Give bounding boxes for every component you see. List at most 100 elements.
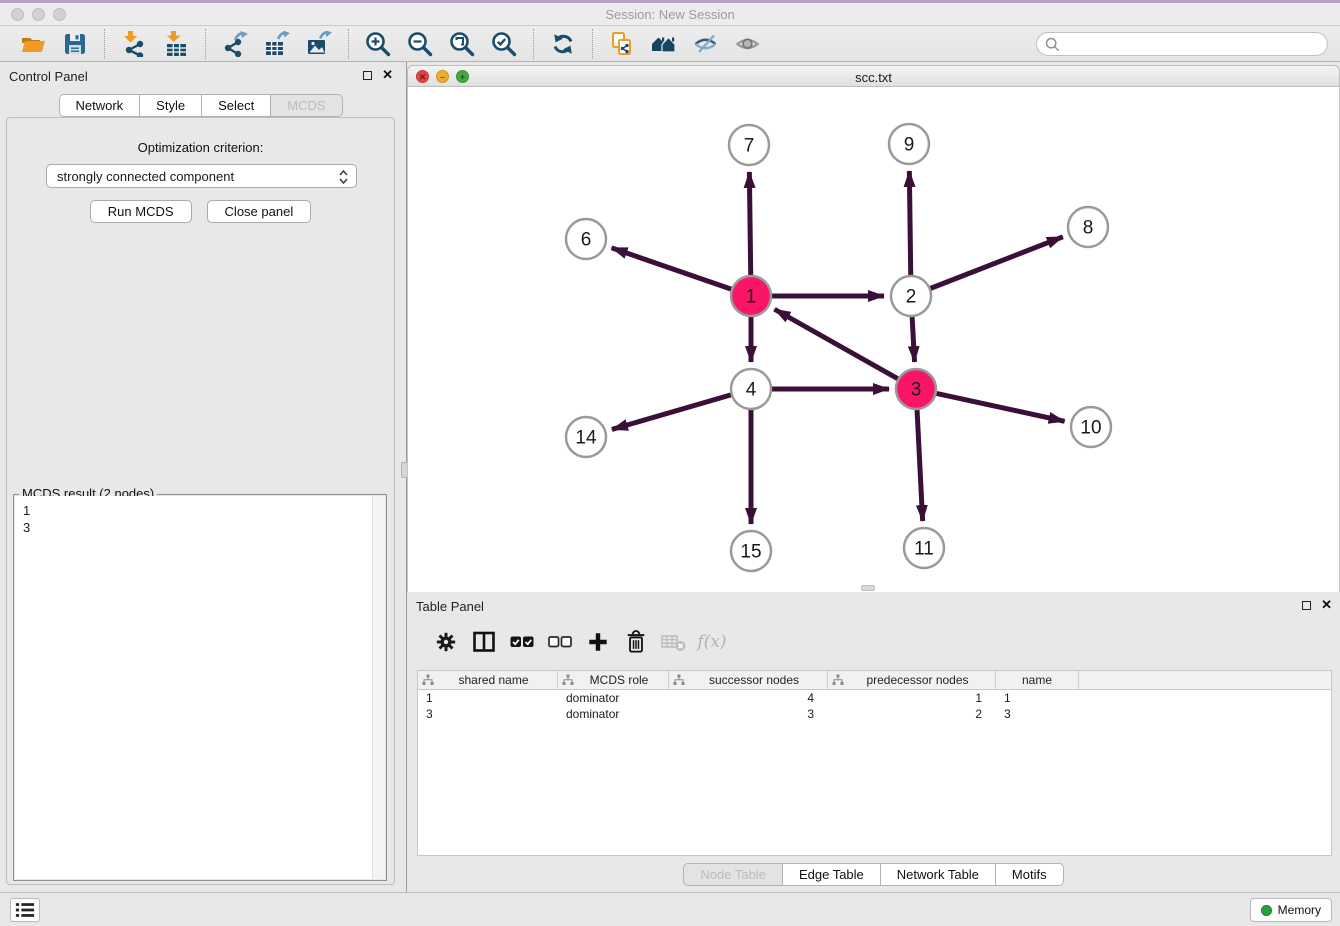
table-panel: Table Panel ✕ (407, 592, 1340, 892)
show-graphics-details-button[interactable] (733, 29, 763, 59)
plus-icon (587, 631, 609, 653)
export-table-button[interactable] (262, 29, 292, 59)
run-mcds-button[interactable]: Run MCDS (90, 200, 192, 223)
checked-boxes-icon (510, 635, 534, 649)
delete-column-button[interactable] (617, 627, 655, 657)
mcds-result-group: MCDS result (2 nodes) 13 (13, 494, 387, 881)
toggle-selection-mode-button[interactable] (691, 29, 721, 59)
table-row[interactable]: 3dominator323 (418, 706, 1331, 722)
search-icon (1045, 37, 1060, 52)
tab-network-table[interactable]: Network Table (880, 863, 996, 886)
table-settings-button[interactable] (427, 627, 465, 657)
select-all-columns-button[interactable] (503, 627, 541, 657)
column-header-mcds-role[interactable]: MCDS role (558, 671, 669, 689)
graph-node-label-8: 8 (1083, 218, 1094, 239)
toolbar-separator (533, 29, 534, 59)
zoom-in-icon (365, 31, 391, 57)
window-title: Session: New Session (0, 7, 1340, 22)
node-table[interactable]: shared name MCDS role (417, 670, 1332, 856)
graph-edge-3-10[interactable] (937, 393, 1065, 421)
hierarchy-icon (673, 674, 685, 686)
zoom-fit-icon (449, 31, 475, 57)
table-cell[interactable]: 3 (996, 707, 1079, 721)
tab-mcds[interactable]: MCDS (270, 94, 342, 117)
graph-edge-3-1[interactable] (775, 309, 898, 378)
network-canvas[interactable]: 1234678910111415 (407, 87, 1340, 592)
table-cell[interactable]: 1 (418, 691, 558, 705)
column-header-successor-nodes[interactable]: successor nodes (669, 671, 828, 689)
horizontal-splitter-handle[interactable] (861, 585, 875, 591)
graph-edge-1-7[interactable] (749, 172, 750, 275)
network-graph: 1234678910111415 (408, 87, 1340, 592)
column-header-shared-name[interactable]: shared name (418, 671, 558, 689)
function-builder-button[interactable]: f(x) (693, 627, 731, 657)
graph-edge-1-6[interactable] (612, 248, 732, 289)
clone-network-button[interactable] (607, 29, 637, 59)
import-table-button[interactable] (161, 29, 191, 59)
zoom-fit-button[interactable] (447, 29, 477, 59)
fx-icon: f(x) (697, 632, 726, 652)
close-panel-icon[interactable]: ✕ (382, 69, 393, 81)
refresh-icon (551, 32, 575, 56)
hierarchy-icon (832, 674, 844, 686)
delete-table-button[interactable] (655, 627, 693, 657)
open-session-button[interactable] (18, 29, 48, 59)
table-cell[interactable]: 2 (828, 707, 996, 721)
toolbar-separator (592, 29, 593, 59)
table-row[interactable]: 1dominator411 (418, 690, 1331, 706)
table-cell[interactable]: 3 (418, 707, 558, 721)
table-cell[interactable]: dominator (558, 691, 669, 705)
optimization-criterion-label: Optimization criterion: (7, 140, 394, 155)
close-table-panel-icon[interactable]: ✕ (1321, 599, 1332, 611)
control-panel-tabs: Network Style Select MCDS (58, 94, 342, 117)
mcds-result-area[interactable]: 13 (15, 496, 385, 879)
search-input[interactable] (1036, 32, 1328, 56)
table-cell[interactable]: 1 (828, 691, 996, 705)
float-table-panel-icon[interactable] (1302, 601, 1311, 610)
criterion-dropdown[interactable]: strongly connected component (46, 164, 357, 188)
table-cell[interactable]: 4 (669, 691, 828, 705)
graph-edge-3-11[interactable] (917, 410, 923, 521)
memory-button[interactable]: Memory (1250, 898, 1332, 922)
network-window-title: scc.txt (408, 70, 1339, 85)
export-table-icon (264, 31, 290, 57)
export-image-icon (306, 31, 332, 57)
graph-edge-2-8[interactable] (931, 237, 1063, 289)
search-container (1036, 32, 1328, 56)
save-session-button[interactable] (60, 29, 90, 59)
export-network-button[interactable] (220, 29, 250, 59)
tab-network[interactable]: Network (58, 94, 140, 117)
tab-edge-table[interactable]: Edge Table (782, 863, 881, 886)
main-titlebar[interactable]: Session: New Session (0, 3, 1340, 26)
graph-edge-4-14[interactable] (612, 395, 731, 430)
tab-motifs[interactable]: Motifs (995, 863, 1064, 886)
column-header-predecessor-nodes[interactable]: predecessor nodes (828, 671, 996, 689)
add-column-button[interactable] (579, 627, 617, 657)
deselect-all-columns-button[interactable] (541, 627, 579, 657)
column-header-name[interactable]: name (996, 671, 1079, 689)
import-network-button[interactable] (119, 29, 149, 59)
zoom-in-button[interactable] (363, 29, 393, 59)
main-toolbar (0, 26, 1340, 62)
table-cell[interactable]: 3 (669, 707, 828, 721)
zoom-out-button[interactable] (405, 29, 435, 59)
table-cell[interactable]: 1 (996, 691, 1079, 705)
table-cell[interactable]: dominator (558, 707, 669, 721)
graph-edge-2-9[interactable] (909, 171, 910, 275)
control-panel: Control Panel ✕ Network Style Select MCD… (0, 62, 401, 892)
home-layout-button[interactable] (649, 29, 679, 59)
task-history-button[interactable] (10, 898, 40, 922)
split-view-button[interactable] (465, 627, 503, 657)
export-image-button[interactable] (304, 29, 334, 59)
tab-style[interactable]: Style (139, 94, 202, 117)
graph-edge-2-3[interactable] (912, 317, 914, 362)
graph-node-label-1: 1 (746, 287, 757, 308)
close-panel-button[interactable]: Close panel (207, 200, 312, 223)
tab-node-table[interactable]: Node Table (683, 863, 783, 886)
result-scrollbar[interactable] (372, 496, 385, 879)
zoom-selected-button[interactable] (489, 29, 519, 59)
refresh-view-button[interactable] (548, 29, 578, 59)
tab-select[interactable]: Select (201, 94, 271, 117)
network-window-titlebar[interactable]: ✕ – + scc.txt (407, 65, 1340, 87)
float-panel-icon[interactable] (363, 71, 372, 80)
